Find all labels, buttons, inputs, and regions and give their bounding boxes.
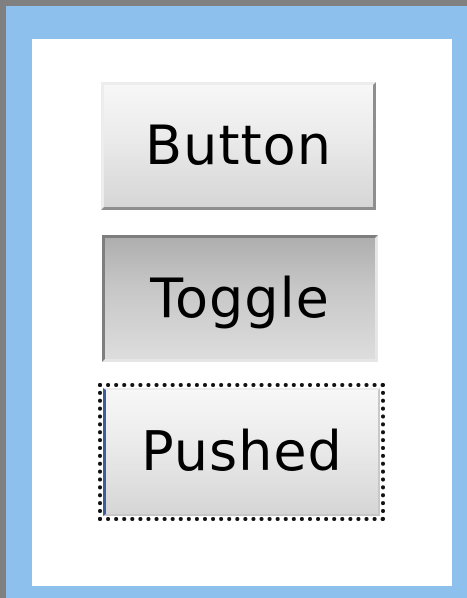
button[interactable]: Button bbox=[101, 82, 376, 210]
pushed-button[interactable]: Pushed bbox=[103, 388, 380, 516]
toggle-button[interactable]: Toggle bbox=[102, 235, 378, 362]
window-frame: Button Toggle Pushed bbox=[0, 0, 467, 598]
button-label: Button bbox=[145, 114, 332, 177]
pushed-button-label: Pushed bbox=[141, 420, 343, 483]
toggle-button-label: Toggle bbox=[150, 266, 330, 330]
